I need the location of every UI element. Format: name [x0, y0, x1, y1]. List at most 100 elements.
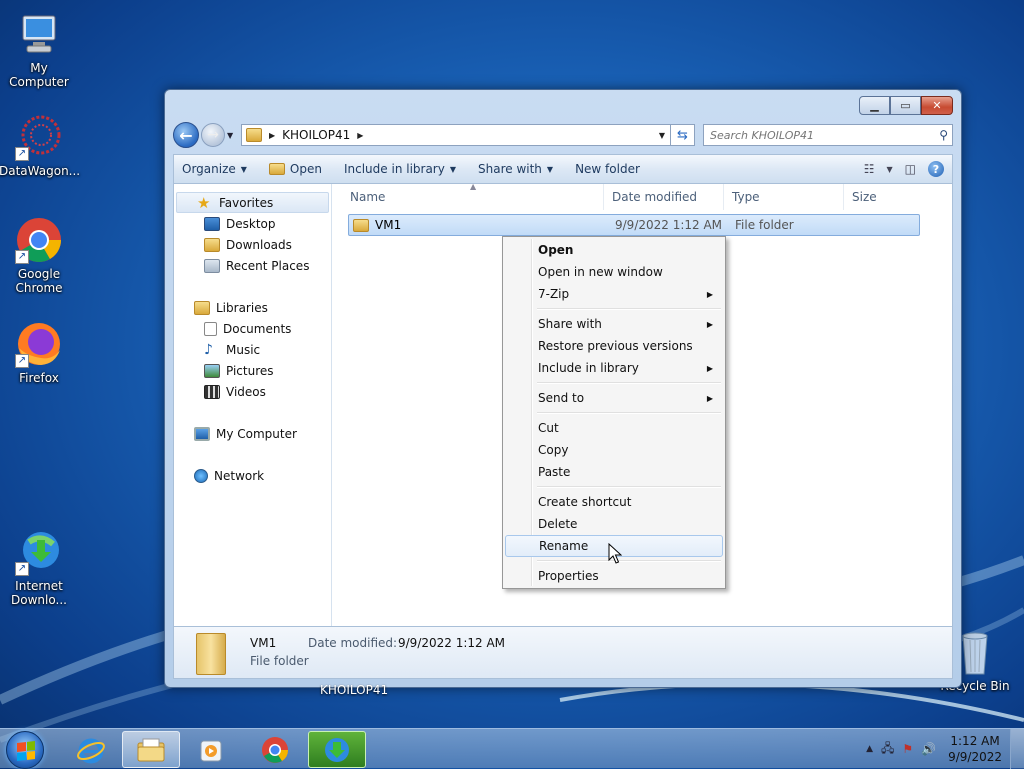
close-button[interactable]: ✕ [921, 96, 953, 115]
forward-button[interactable]: → [201, 123, 225, 147]
nav-network[interactable]: Network [174, 465, 331, 486]
file-date-modified: 9/9/2022 1:12 AM [615, 218, 723, 232]
recent-pages-dropdown[interactable]: ▼ [227, 131, 239, 140]
breadcrumb-khoilop41[interactable]: KHOILOP41 [282, 128, 350, 142]
desktop-icon-firefox[interactable]: ↗ Firefox [0, 320, 79, 385]
volume-icon[interactable]: 🔊 [921, 742, 936, 756]
refresh-button[interactable]: ⇆ [671, 124, 695, 146]
taskbar-internet-download-manager[interactable] [308, 731, 366, 768]
clock[interactable]: 1:12 AM 9/9/2022 [948, 733, 1002, 765]
idm-icon: ↗ [15, 528, 63, 576]
menu-item-restore-previous-versions[interactable]: Restore previous versions [505, 335, 723, 357]
maximize-button[interactable]: ▭ [890, 96, 921, 115]
nav-music[interactable]: ♪ Music [174, 339, 331, 360]
folder-icon [246, 128, 262, 142]
search-icon[interactable]: ⚲ [939, 128, 948, 142]
network-icon [194, 468, 208, 483]
nav-recent-places[interactable]: Recent Places [174, 255, 331, 276]
change-view-icon[interactable]: ☷ [864, 162, 875, 176]
nav-label: Videos [226, 384, 266, 399]
column-header-name[interactable]: Name [332, 184, 604, 210]
menu-separator [505, 379, 723, 387]
menu-item-paste[interactable]: Paste [505, 461, 723, 483]
nav-videos[interactable]: Videos [174, 381, 331, 402]
folder-icon [196, 633, 226, 675]
search-input[interactable] [708, 127, 940, 143]
menu-separator [505, 305, 723, 313]
share-with-button[interactable]: Share with ▼ [478, 162, 553, 176]
column-header-date-modified[interactable]: Date modified [604, 184, 724, 210]
menu-item-label: Share with [538, 317, 602, 331]
open-button[interactable]: Open [268, 162, 322, 176]
taskbar-windows-explorer[interactable] [122, 731, 180, 768]
menu-item-label: Include in library [538, 361, 639, 375]
nav-downloads[interactable]: Downloads [174, 234, 331, 255]
nav-label: Favorites [219, 195, 274, 210]
internet-explorer-icon [77, 738, 105, 763]
help-icon[interactable]: ? [928, 161, 944, 177]
nav-documents[interactable]: Documents [174, 318, 331, 339]
menu-item-send-to[interactable]: Send to ▶ [505, 387, 723, 409]
address-dropdown-icon[interactable]: ▼ [654, 131, 670, 140]
menu-item-open-in-new-window[interactable]: Open in new window [505, 261, 723, 283]
sort-ascending-icon: ▲ [470, 182, 477, 191]
desktop-icon-my-computer[interactable]: My Computer [0, 10, 79, 89]
desktop-icon-datawagon[interactable]: ↗ DataWagon... [0, 113, 80, 178]
pictures-icon [204, 363, 220, 378]
new-folder-button[interactable]: New folder [575, 162, 640, 176]
file-row-vm1[interactable]: VM1 9/9/2022 1:12 AM File folder [348, 214, 920, 236]
column-header-label: Date modified [612, 190, 698, 204]
menu-item-share-with[interactable]: Share with ▶ [505, 313, 723, 335]
music-icon: ♪ [204, 341, 213, 358]
computer-icon [15, 10, 63, 58]
taskbar-internet-explorer[interactable] [62, 731, 120, 768]
documents-icon [204, 321, 217, 336]
menu-item-7zip[interactable]: 7-Zip ▶ [505, 283, 723, 305]
nav-favorites[interactable]: ★ Favorites [176, 192, 329, 213]
show-desktop-button[interactable] [1010, 729, 1024, 769]
desktop-icon-label: Google Chrome [15, 267, 63, 295]
taskbar-google-chrome[interactable] [246, 731, 304, 768]
start-button[interactable] [6, 731, 44, 769]
nav-pictures[interactable]: Pictures [174, 360, 331, 381]
shortcut-arrow-icon: ↗ [15, 250, 29, 264]
back-button[interactable]: ← [173, 122, 199, 148]
system-tray: ▲ 🖧 ⚑ 🔊 1:12 AM 9/9/2022 [866, 729, 1024, 769]
taskbar-media-player[interactable] [182, 731, 240, 768]
clock-date: 9/9/2022 [948, 750, 1002, 764]
menu-item-open[interactable]: Open [505, 239, 723, 261]
minimize-button[interactable]: ▁ [859, 96, 890, 115]
menu-item-copy[interactable]: Copy [505, 439, 723, 461]
menu-item-delete[interactable]: Delete [505, 513, 723, 535]
nav-libraries[interactable]: Libraries [174, 297, 331, 318]
nav-my-computer[interactable]: My Computer [174, 423, 331, 444]
menu-item-create-shortcut[interactable]: Create shortcut [505, 491, 723, 513]
column-header-size[interactable]: Size [844, 184, 944, 210]
details-date-modified-value: 9/9/2022 1:12 AM [398, 636, 506, 650]
breadcrumb-chevron-icon[interactable]: ▶ [357, 131, 363, 140]
action-center-flag-icon[interactable]: ⚑ [902, 742, 913, 756]
desktop-icon-label: Firefox [19, 371, 59, 385]
navigation-bar: ← → ▼ ▶ KHOILOP41 ▶ ▼ ⇆ ⚲ [173, 122, 953, 148]
menu-item-label: 7-Zip [538, 287, 570, 301]
desktop-icon-google-chrome[interactable]: ↗ Google Chrome [0, 216, 79, 295]
include-in-library-button[interactable]: Include in library ▼ [344, 162, 456, 176]
nav-desktop[interactable]: Desktop [174, 213, 331, 234]
desktop-icon-internet-download-manager[interactable]: ↗ Internet Downlo... [0, 528, 79, 607]
nav-label: Libraries [216, 300, 268, 315]
view-options-dropdown-icon[interactable]: ▼ [887, 165, 893, 174]
menu-item-include-in-library[interactable]: Include in library ▶ [505, 357, 723, 379]
preview-pane-icon[interactable]: ◫ [905, 162, 916, 176]
show-hidden-icons-icon[interactable]: ▲ [866, 744, 873, 754]
column-header-type[interactable]: Type [724, 184, 844, 210]
submenu-arrow-icon: ▶ [706, 393, 713, 403]
organize-button[interactable]: Organize ▼ [182, 162, 247, 176]
menu-item-cut[interactable]: Cut [505, 417, 723, 439]
address-bar[interactable]: ▶ KHOILOP41 ▶ ▼ [241, 124, 671, 146]
context-menu: Open Open in new window 7-Zip ▶ Share wit… [502, 236, 726, 589]
search-box[interactable]: ⚲ [703, 124, 953, 146]
folder-library-icon [137, 738, 165, 761]
network-status-icon[interactable]: 🖧 [881, 739, 894, 760]
menu-item-properties[interactable]: Properties [505, 565, 723, 587]
breadcrumb-chevron-icon[interactable]: ▶ [269, 131, 275, 140]
